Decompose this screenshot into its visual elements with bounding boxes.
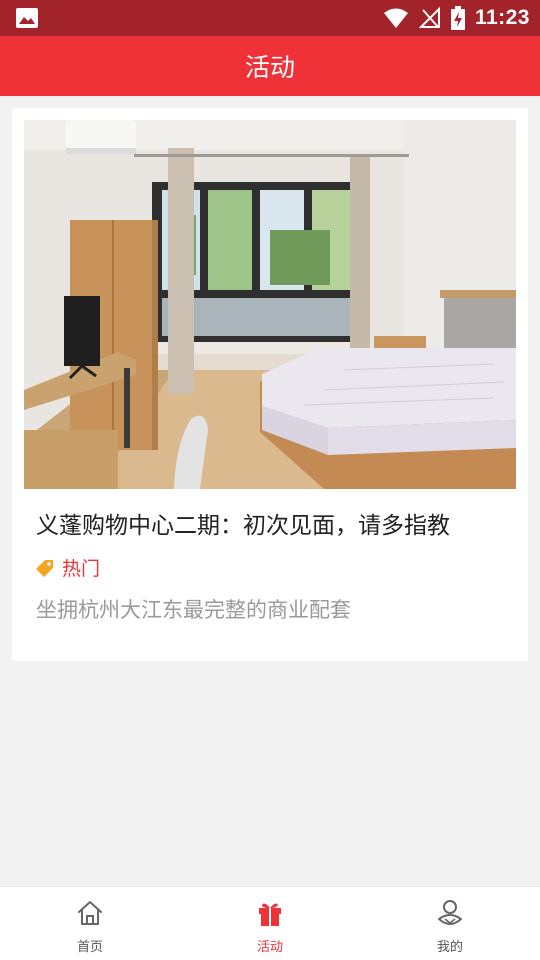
wifi-icon [383, 8, 408, 28]
no-signal-icon [418, 7, 440, 28]
activity-title: 义蓬购物中心二期：初次见面，请多指教 [36, 513, 450, 539]
home-icon [78, 901, 102, 925]
nav-tab-profile[interactable]: 我的 [360, 887, 540, 960]
gift-icon [259, 903, 281, 926]
nav-label-activity: 活动 [256, 940, 283, 955]
activity-photo [24, 120, 516, 489]
nav-label-profile: 我的 [436, 940, 463, 955]
activity-card[interactable]: 义蓬购物中心二期：初次见面，请多指教 热门 坐拥杭州大江东最完整的商业配套 [12, 108, 528, 661]
activity-description: 坐拥杭州大江东最完整的商业配套 [36, 598, 351, 622]
price-tag-icon [36, 559, 53, 577]
battery-charging-icon [450, 6, 465, 30]
gallery-notification-icon [16, 8, 38, 28]
system-indicators: 11:23 [383, 5, 530, 31]
tag-label: 热门 [62, 558, 101, 580]
page-title: 活动 [244, 53, 295, 82]
profile-icon [438, 900, 462, 925]
app-header: 活动 [0, 36, 540, 96]
nav-tab-home[interactable]: 首页 [0, 887, 180, 960]
status-bar: 11:23 [0, 0, 540, 36]
status-time: 11:23 [474, 6, 530, 29]
bottom-navigation: 首页 活动 我的 [0, 886, 540, 960]
nav-label-home: 首页 [76, 940, 103, 955]
nav-tab-activity[interactable]: 活动 [180, 887, 360, 960]
activity-tag: 热门 [36, 554, 100, 581]
